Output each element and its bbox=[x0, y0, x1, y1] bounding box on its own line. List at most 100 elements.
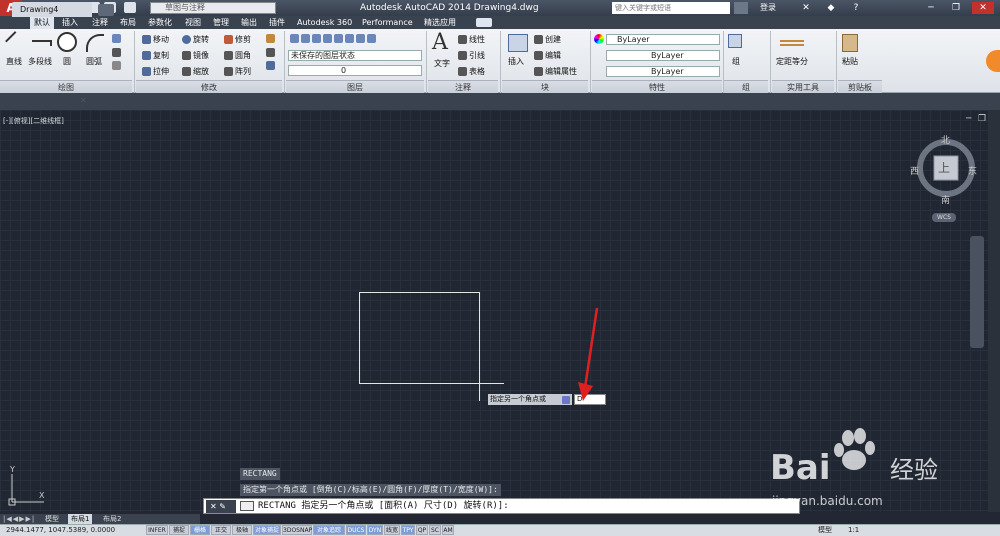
fillet-button[interactable]: 圆角 bbox=[224, 50, 251, 61]
command-icon[interactable] bbox=[240, 501, 254, 511]
new-tab-button[interactable] bbox=[98, 4, 114, 16]
layout-tab-layout1[interactable]: 布局1 bbox=[68, 514, 93, 524]
options-dropdown-icon[interactable] bbox=[562, 396, 570, 404]
paste-button[interactable]: 粘贴 bbox=[842, 56, 858, 67]
ribbon-toggle-icon[interactable] bbox=[476, 18, 492, 27]
qp-toggle[interactable]: QP bbox=[416, 525, 428, 535]
viewcube-east[interactable]: 东 bbox=[968, 164, 977, 177]
minimize-icon[interactable]: ─ bbox=[920, 2, 942, 14]
viewport-controls[interactable]: [-][俯视][二维线框] bbox=[3, 116, 64, 126]
create-block-button[interactable]: 创建 bbox=[534, 34, 561, 45]
measure-icon[interactable] bbox=[780, 40, 804, 46]
move-button[interactable]: 移动 bbox=[142, 34, 169, 45]
mirror-button[interactable]: 镜像 bbox=[182, 50, 209, 61]
snap-toggle[interactable]: 捕捉 bbox=[169, 525, 189, 535]
help-icon[interactable]: ? bbox=[845, 2, 867, 14]
viewport-maximize-icon[interactable]: ❐ bbox=[978, 114, 986, 124]
tab-output[interactable]: 输出 bbox=[241, 16, 257, 29]
group-button[interactable]: 组 bbox=[732, 56, 740, 67]
a360-icon[interactable]: ◆ bbox=[820, 2, 842, 14]
tab-parametric[interactable]: 参数化 bbox=[148, 16, 172, 29]
annotation-panel-label[interactable]: 注释 bbox=[428, 80, 498, 93]
stretch-button[interactable]: 拉伸 bbox=[142, 66, 169, 77]
lineweight-toggle[interactable]: 线宽 bbox=[384, 525, 400, 535]
circle-icon[interactable] bbox=[57, 32, 77, 52]
rotate-button[interactable]: 旋转 bbox=[182, 34, 209, 45]
draw-extra-tools[interactable] bbox=[112, 34, 130, 74]
polar-toggle[interactable]: 极轴 bbox=[232, 525, 252, 535]
exchange-icon[interactable]: ✕ bbox=[795, 2, 817, 14]
table-button[interactable]: 表格 bbox=[458, 66, 485, 77]
search-input[interactable]: 键入关键字或短语 bbox=[612, 2, 730, 14]
grid-toggle[interactable]: 栅格 bbox=[190, 525, 210, 535]
linetype-select[interactable]: ByLayer bbox=[606, 50, 720, 61]
vertical-scrollbar[interactable] bbox=[988, 110, 1000, 512]
layout-tab-layout2[interactable]: 布局2 bbox=[100, 514, 124, 524]
close-tab-icon[interactable]: ✕ bbox=[80, 96, 87, 105]
group-icon[interactable] bbox=[728, 34, 742, 48]
layout-nav-icons[interactable]: |◀◀▶▶| bbox=[3, 515, 35, 523]
divide-button[interactable]: 定距等分 bbox=[776, 56, 808, 67]
tab-insert[interactable]: 插入 bbox=[62, 16, 78, 29]
osnap-toggle[interactable]: 对象捕捉 bbox=[253, 525, 281, 535]
text-button[interactable]: 文字 bbox=[434, 58, 450, 69]
command-line-close-icon[interactable]: ✕ ✎ bbox=[206, 500, 236, 513]
edit-block-button[interactable]: 编辑 bbox=[534, 50, 561, 61]
circle-button[interactable]: 圆 bbox=[63, 56, 71, 67]
insert-block-icon[interactable] bbox=[508, 34, 528, 52]
tab-featured-apps[interactable]: 精选应用 bbox=[424, 16, 456, 29]
layout-tab-model[interactable]: 模型 bbox=[42, 514, 62, 524]
annotation-scale[interactable]: 1:1 bbox=[848, 524, 859, 536]
sc-toggle[interactable]: SC bbox=[429, 525, 441, 535]
modify-panel-label[interactable]: 修改 bbox=[136, 80, 282, 93]
copy-button[interactable]: 复制 bbox=[142, 50, 169, 61]
tab-performance[interactable]: Performance bbox=[362, 16, 413, 29]
tab-default[interactable]: 默认 bbox=[30, 16, 54, 29]
edit-attribute-button[interactable]: 编辑属性 bbox=[534, 66, 577, 77]
lineweight-select[interactable]: ByLayer bbox=[606, 66, 720, 77]
groups-panel-label[interactable]: 组 bbox=[724, 80, 768, 93]
tab-layout[interactable]: 布局 bbox=[120, 16, 136, 29]
redo-icon[interactable] bbox=[124, 2, 136, 13]
layer-tools[interactable] bbox=[290, 34, 420, 46]
infer-toggle[interactable]: INFER bbox=[146, 525, 168, 535]
arc-button[interactable]: 圆弧 bbox=[86, 56, 102, 67]
close-icon[interactable]: ✕ bbox=[972, 2, 994, 14]
wcs-menu[interactable]: WCS bbox=[932, 213, 956, 222]
viewport-minimize-icon[interactable]: ─ bbox=[966, 114, 971, 124]
3dosnap-toggle[interactable]: 3DOSNAP bbox=[282, 525, 312, 535]
text-icon[interactable]: A bbox=[432, 32, 448, 54]
utilities-panel-label[interactable]: 实用工具 bbox=[772, 80, 834, 93]
viewcube-top-face[interactable]: 上 bbox=[938, 159, 950, 176]
properties-panel-label[interactable]: 特性 bbox=[592, 80, 722, 93]
ortho-toggle[interactable]: 正交 bbox=[211, 525, 231, 535]
dyn-toggle[interactable]: DYN bbox=[367, 525, 383, 535]
restore-icon[interactable]: ❐ bbox=[945, 2, 967, 14]
am-toggle[interactable]: AM bbox=[442, 525, 454, 535]
current-layer-select[interactable]: 0 bbox=[288, 65, 422, 76]
model-space-button[interactable]: 模型 bbox=[818, 524, 832, 536]
leader-button[interactable]: 引线 bbox=[458, 50, 485, 61]
paste-icon[interactable] bbox=[842, 34, 858, 52]
navigation-bar[interactable] bbox=[970, 236, 984, 348]
tab-manage[interactable]: 管理 bbox=[213, 16, 229, 29]
trim-button[interactable]: 修剪 bbox=[224, 34, 251, 45]
layer-state-select[interactable]: 未保存的图层状态 bbox=[288, 50, 422, 61]
otrack-toggle[interactable]: 对象追踪 bbox=[313, 525, 345, 535]
array-button[interactable]: 阵列 bbox=[224, 66, 251, 77]
viewcube-north[interactable]: 北 bbox=[941, 133, 950, 146]
workspace-select[interactable]: 草图与注释 bbox=[150, 2, 276, 14]
ducs-toggle[interactable]: DUCS bbox=[346, 525, 366, 535]
tab-plugins[interactable]: 插件 bbox=[269, 16, 285, 29]
block-panel-label[interactable]: 块 bbox=[502, 80, 588, 93]
command-prompt-text[interactable]: RECTANG 指定另一个角点或 [面积(A) 尺寸(D) 旋转(R)]: bbox=[258, 498, 509, 514]
color-select[interactable]: ByLayer bbox=[606, 34, 720, 45]
modify-extra-tools[interactable] bbox=[266, 34, 278, 78]
tab-annotate[interactable]: 注释 bbox=[92, 16, 108, 29]
polyline-icon[interactable] bbox=[32, 40, 52, 46]
scale-button[interactable]: 缩放 bbox=[182, 66, 209, 77]
line-button[interactable]: 直线 bbox=[6, 56, 22, 67]
linear-dimension-button[interactable]: 线性 bbox=[458, 34, 485, 45]
login-button[interactable]: 登录 bbox=[760, 0, 776, 16]
search-icon[interactable] bbox=[734, 2, 748, 14]
